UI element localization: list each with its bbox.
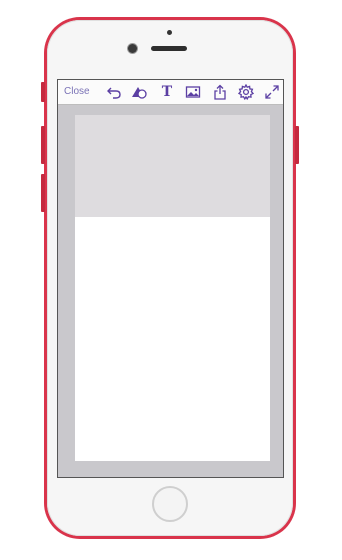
home-button[interactable]	[152, 486, 188, 522]
app-screen: Close T	[57, 79, 284, 478]
fullscreen-icon[interactable]	[264, 84, 280, 100]
earpiece-speaker	[151, 46, 187, 51]
power-button	[295, 126, 299, 164]
volume-down-button	[41, 174, 45, 212]
image-icon[interactable]	[185, 84, 201, 100]
settings-icon[interactable]	[238, 84, 254, 100]
volume-up-button	[41, 126, 45, 164]
proximity-sensor	[167, 30, 172, 35]
front-camera	[128, 44, 137, 53]
document-page[interactable]	[75, 115, 270, 461]
close-button[interactable]: Close	[64, 86, 90, 98]
text-icon[interactable]: T	[159, 84, 175, 100]
page-header-block[interactable]	[75, 115, 270, 217]
share-icon[interactable]	[212, 84, 228, 100]
toolbar: Close T	[58, 80, 283, 105]
canvas-area[interactable]	[58, 105, 283, 477]
shapes-icon[interactable]	[131, 84, 147, 100]
mute-switch	[41, 82, 45, 102]
undo-icon[interactable]	[106, 84, 122, 100]
